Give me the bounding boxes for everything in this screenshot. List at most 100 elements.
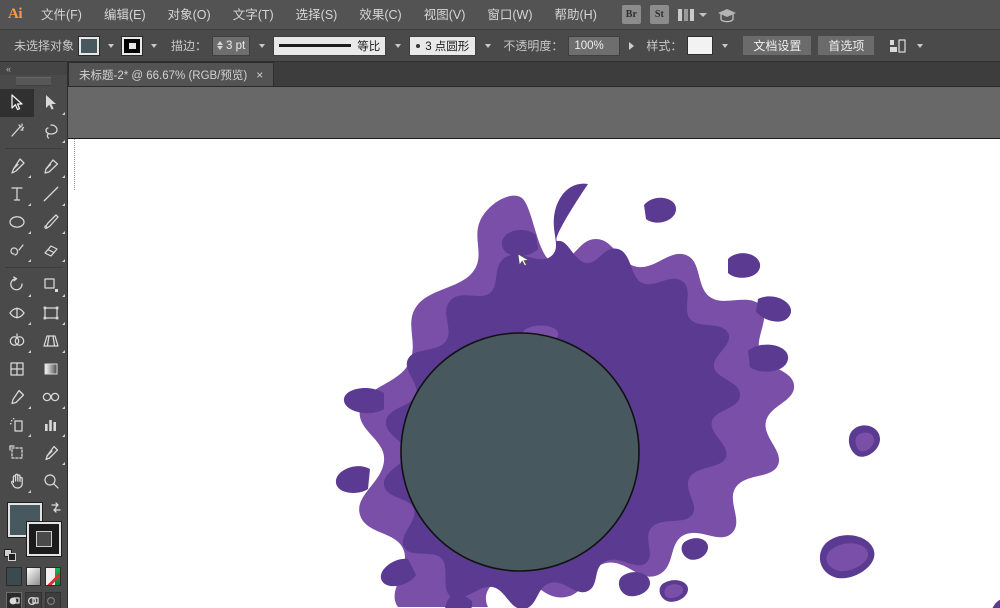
- document-tab-bar: 未标题-2* @ 66.67% (RGB/预览) ×: [68, 62, 1000, 87]
- opacity-flyout-icon[interactable]: [625, 36, 637, 56]
- artboard-tool[interactable]: [0, 439, 34, 467]
- toolbar-stroke-swatch[interactable]: [27, 522, 61, 556]
- workspace-switcher-icon[interactable]: [678, 9, 707, 21]
- free-transform-tool[interactable]: [34, 299, 68, 327]
- tool-flyout-indicator-icon: [62, 434, 65, 437]
- document-setup-button[interactable]: 文档设置: [742, 35, 812, 56]
- menu-type[interactable]: 文字(T): [222, 0, 285, 30]
- tools-panel-drag-handle[interactable]: [16, 77, 51, 86]
- brush-definition-dropdown-icon[interactable]: [481, 36, 494, 56]
- menu-file[interactable]: 文件(F): [30, 0, 93, 30]
- stroke-weight-dropdown-icon[interactable]: [255, 36, 268, 56]
- stroke-profile-preview[interactable]: 等比: [273, 36, 386, 56]
- menu-edit[interactable]: 编辑(E): [93, 0, 157, 30]
- opacity-label: 不透明度：: [503, 37, 563, 54]
- gradient-tool[interactable]: [34, 355, 68, 383]
- opacity-input[interactable]: 100%: [568, 36, 620, 56]
- pen-tool[interactable]: [0, 152, 34, 180]
- shape-builder-tool[interactable]: [0, 327, 34, 355]
- direct-selection-tool[interactable]: [34, 89, 68, 117]
- gradient-fill-icon[interactable]: [26, 567, 42, 586]
- tools-grid: [0, 89, 67, 495]
- document-canvas-area[interactable]: [68, 87, 1000, 608]
- tool-flyout-indicator-icon: [62, 259, 65, 262]
- width-tool[interactable]: [0, 299, 34, 327]
- stroke-color-dropdown-icon[interactable]: [147, 36, 160, 56]
- chevron-down-icon: [699, 13, 707, 17]
- draw-normal-icon[interactable]: [6, 592, 22, 608]
- column-graph-tool[interactable]: [34, 411, 68, 439]
- tool-flyout-indicator-icon: [62, 231, 65, 234]
- shaper-tool[interactable]: [0, 236, 34, 264]
- graphic-style-dropdown-icon[interactable]: [718, 36, 731, 56]
- tool-flyout-indicator-icon: [62, 462, 65, 465]
- menu-effect[interactable]: 效果(C): [348, 0, 412, 30]
- align-objects-icon[interactable]: [888, 38, 908, 54]
- fill-color-swatch[interactable]: [79, 37, 99, 55]
- tools-panel-collapse-icon[interactable]: «: [0, 62, 67, 75]
- close-icon[interactable]: ×: [256, 69, 263, 81]
- stroke-weight-stepper[interactable]: [217, 41, 223, 50]
- lasso-tool[interactable]: [34, 117, 68, 145]
- artwork-illustration[interactable]: [68, 139, 1000, 608]
- blend-tool[interactable]: [34, 383, 68, 411]
- center-circle-shape: [401, 333, 639, 571]
- symbol-sprayer-tool[interactable]: [0, 411, 34, 439]
- tool-flyout-indicator-icon: [62, 203, 65, 206]
- curvature-tool[interactable]: [34, 152, 68, 180]
- default-fill-stroke-icon[interactable]: [4, 549, 16, 561]
- illustrator-window: Ai 文件(F) 编辑(E) 对象(O) 文字(T) 选择(S) 效果(C) 视…: [0, 0, 1000, 608]
- rotate-tool[interactable]: [0, 271, 34, 299]
- menu-window[interactable]: 窗口(W): [476, 0, 543, 30]
- stroke-weight-input[interactable]: 3 pt: [212, 36, 250, 56]
- zoom-tool[interactable]: [34, 467, 68, 495]
- app-logo-icon: Ai: [0, 0, 30, 30]
- stroke-color-swatch[interactable]: [122, 37, 142, 55]
- tool-flyout-indicator-icon: [62, 350, 65, 353]
- menu-view[interactable]: 视图(V): [413, 0, 477, 30]
- style-label: 样式：: [646, 37, 682, 54]
- tool-flyout-indicator-icon: [28, 259, 31, 262]
- eyedropper-tool[interactable]: [0, 383, 34, 411]
- stroke-profile-label: 等比: [357, 38, 380, 54]
- draw-behind-icon[interactable]: [25, 592, 41, 608]
- eraser-tool[interactable]: [34, 236, 68, 264]
- line-segment-tool[interactable]: [34, 180, 68, 208]
- stroke-profile-dropdown-icon[interactable]: [391, 36, 404, 56]
- artboard[interactable]: [68, 138, 1000, 608]
- magic-wand-tool[interactable]: [0, 117, 34, 145]
- menu-bar-right-cluster: Br St: [622, 5, 738, 24]
- graduation-cap-icon[interactable]: [716, 6, 738, 24]
- menu-select[interactable]: 选择(S): [285, 0, 349, 30]
- preferences-button[interactable]: 首选项: [817, 35, 875, 56]
- fill-color-dropdown-icon[interactable]: [104, 36, 117, 56]
- stock-icon[interactable]: St: [650, 5, 669, 24]
- color-fill-icon[interactable]: [6, 567, 22, 586]
- tool-flyout-indicator-icon: [28, 203, 31, 206]
- menu-help[interactable]: 帮助(H): [544, 0, 608, 30]
- slice-tool[interactable]: [34, 439, 68, 467]
- type-tool[interactable]: [0, 180, 34, 208]
- tools-panel: «: [0, 62, 68, 608]
- hand-tool[interactable]: [0, 467, 34, 495]
- tool-flyout-indicator-icon: [62, 322, 65, 325]
- menu-object[interactable]: 对象(O): [157, 0, 222, 30]
- tool-flyout-indicator-icon: [28, 175, 31, 178]
- tool-flyout-indicator-icon: [28, 294, 31, 297]
- selection-tool[interactable]: [0, 89, 34, 117]
- tool-flyout-indicator-icon: [62, 140, 65, 143]
- brush-definition-select[interactable]: 3 点圆形: [409, 36, 476, 56]
- stroke-weight-label: 描边：: [171, 37, 207, 54]
- none-fill-icon[interactable]: [45, 567, 61, 586]
- align-dropdown-icon[interactable]: [913, 36, 926, 56]
- swap-fill-stroke-icon[interactable]: [49, 501, 63, 515]
- bridge-icon[interactable]: Br: [622, 5, 641, 24]
- draw-inside-icon[interactable]: [45, 592, 61, 608]
- mesh-tool[interactable]: [0, 355, 34, 383]
- perspective-grid-tool[interactable]: [34, 327, 68, 355]
- graphic-style-swatch[interactable]: [687, 36, 713, 55]
- scale-tool[interactable]: [34, 271, 68, 299]
- ellipse-tool[interactable]: [0, 208, 34, 236]
- paintbrush-tool[interactable]: [34, 208, 68, 236]
- document-tab[interactable]: 未标题-2* @ 66.67% (RGB/预览) ×: [68, 62, 274, 86]
